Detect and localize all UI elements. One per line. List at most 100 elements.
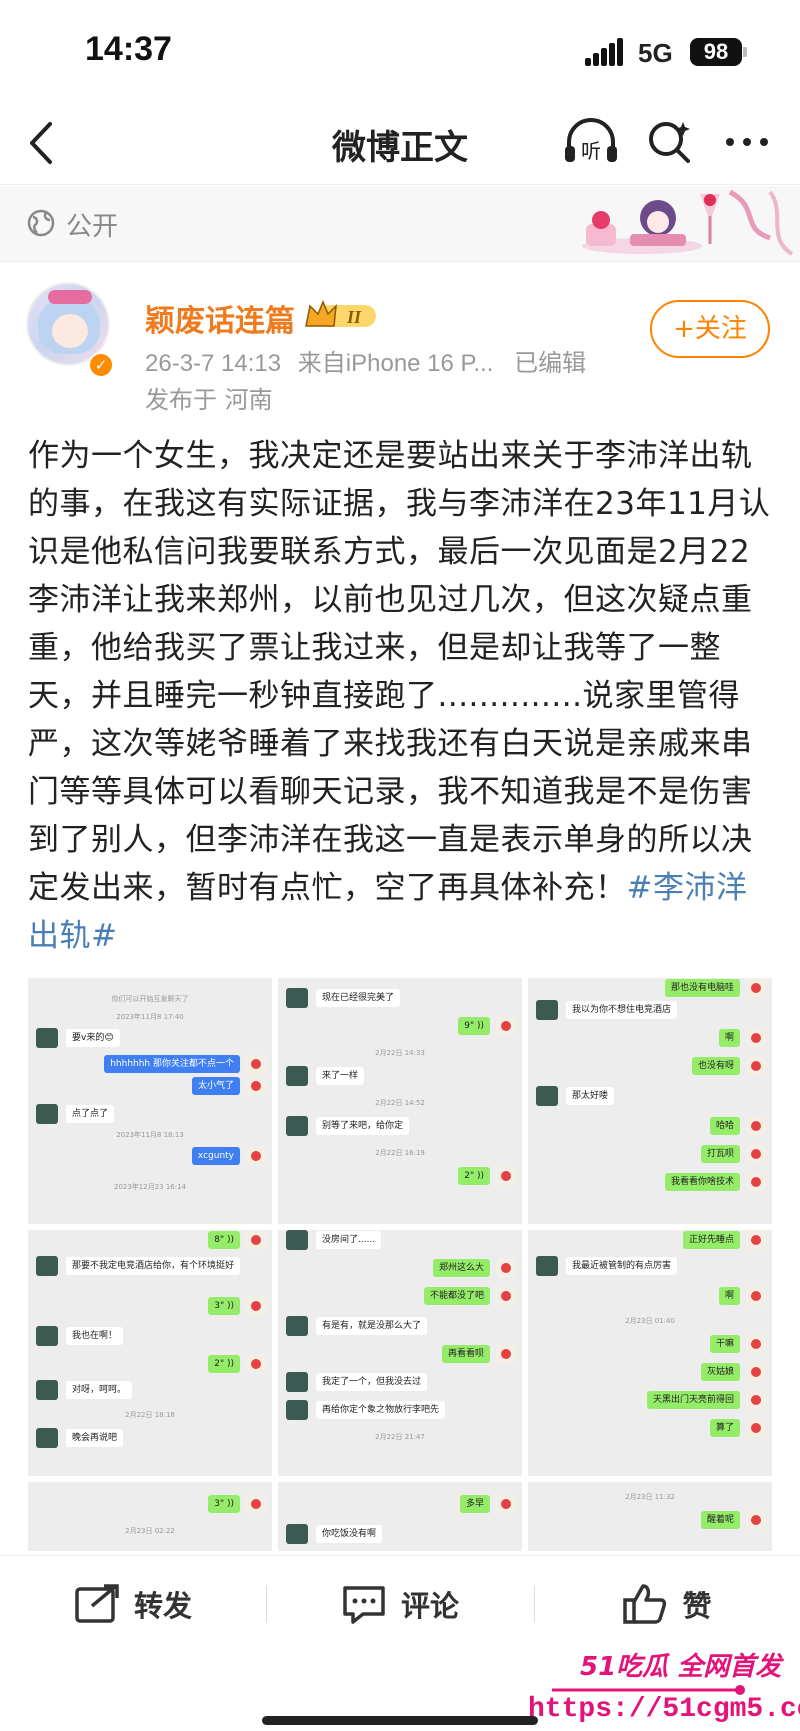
avatar-bow [48,290,92,304]
chat-avatar-right [746,1334,766,1354]
image-thumbnail[interactable]: 现在已经很完美了 9" )) 2月22日 14:33 来了一样 2月22日 14:52 别… [278,978,522,1224]
globe-icon [27,209,55,237]
chat-bubble: 太小气了 [191,1077,240,1095]
chat-avatar-left [36,1256,58,1276]
chat-avatar-right [496,1494,516,1514]
chat-avatar-right [246,1076,266,1096]
repost-button[interactable]: 转发 [0,1556,266,1652]
chat-bubble: 也没有呀 [691,1057,740,1075]
chat-bubble: 再给你定个象之物放行李吧先 [316,1401,446,1419]
chat-bubble: 干嘛 [709,1335,740,1353]
chat-avatar-right [746,1172,766,1192]
image-thumbnail[interactable]: 那也没有电脑哇 我以为你不想住电竞酒店啊也没有呀 那太好喽 哈哈 打瓦呗 我看看你啥技术 [528,978,772,1224]
chat-bubble: 那要不我定电竞酒店给你，有个环境挺好 [66,1257,241,1275]
chat-bubble: 9" )) [458,1017,490,1035]
chat-avatar-left [286,1066,308,1086]
chat-avatar-right [496,1166,516,1186]
chat-avatar-right [246,1494,266,1514]
chat-bubble: 8" )) [208,1231,240,1249]
chat-bubble: 3" )) [208,1495,240,1513]
chat-timestamp: 2023年11月8 18:13 [116,1131,184,1139]
chat-bubble: hhhhhhh 那你关注都不点一个 [104,1055,240,1073]
image-thumbnail[interactable]: 没房间了...... 郑州这么大 不能都没了吧 有是有，就是没那么大了 再看看呗 我定了一… [278,1230,522,1476]
chat-bubble: 啊 [718,1029,740,1047]
post-text: 作为一个女生，我决定还是要站出来关于李沛洋出轨的事，在我这有实际证据，我与李沛洋… [28,438,771,906]
post-meta: 26-3-7 14:13 来自iPhone 16 P... 已编辑 [145,343,586,378]
chat-bubble: 要v来的😊 [66,1029,120,1047]
comment-label: 评论 [400,1589,459,1623]
chat-bubble: 现在已经很完美了 [316,989,401,1007]
chat-avatar-right [746,1418,766,1438]
comment-button[interactable]: 评论 [266,1556,534,1652]
chat-avatar-right [746,1056,766,1076]
image-thumbnail[interactable]: 2月23日 11:32 醒着呢 [528,1482,772,1551]
chat-bubble: 别等了来吧，给你定 [316,1117,410,1135]
chat-timestamp: 2月23日 02:22 [125,1527,175,1535]
post-body: 作为一个女生，我决定还是要站出来关于李沛洋出轨的事，在我这有实际证据，我与李沛洋… [28,432,778,960]
chat-timestamp: 2月22日 14:33 [375,1049,425,1057]
like-label: 赞 [682,1589,712,1623]
repost-label: 转发 [133,1589,192,1623]
signal-strength-icon [585,38,625,66]
chat-avatar-left [536,1086,558,1106]
chat-avatar-left [36,1028,58,1048]
image-grid: 你们可以开始互发聊天了 2023年11月8 17:40 要v来的😊 hhhhhhh 那… [28,978,772,1551]
thumbs-up-icon [623,1584,667,1624]
chat-bubble: 醒着呢 [700,1511,740,1529]
battery-tip [743,47,747,57]
watermark-url: https://51cgm5.com [528,1694,800,1725]
listen-button[interactable]: 听 [563,116,619,168]
chat-bubble: 正好先睡点 [682,1231,740,1249]
chat-bubble: 天黑出门天亮前得回 [646,1391,740,1409]
status-time: 14:37 [85,30,172,68]
chat-avatar-right [746,1116,766,1136]
post-location: 发布于 河南 [145,386,273,414]
image-thumbnail[interactable]: 正好先睡点 我最近被管制的有点厉害啊 2月23日 01:40 干嘛 灰姑娘 天黑出门天亮前… [528,1230,772,1476]
status-bar: 14:37 5G 98 [0,0,800,100]
more-dots-icon [726,138,768,146]
chat-bubble: 点了点了 [66,1105,115,1123]
chat-bubble: 来了一样 [316,1067,365,1085]
follow-button[interactable]: +关注 [650,300,770,358]
network-type: 5G [638,38,673,68]
chat-avatar-right [246,1146,266,1166]
chat-timestamp: 2月23日 11:32 [625,1493,675,1501]
chat-bubble: 算了 [709,1419,740,1437]
chat-bubble: 我也在啊！ [66,1327,124,1345]
chat-timestamp: 你们可以开始互发聊天了 [111,995,189,1003]
chat-avatar-right [746,1362,766,1382]
chat-bubble: 晚会再说吧 [66,1429,124,1447]
decoration-image [582,189,794,256]
chat-avatar-right [746,978,766,998]
image-thumbnail[interactable]: 3" )) 2月23日 02:22 [28,1482,272,1551]
chat-avatar-left [536,1256,558,1276]
chat-avatar-right [246,1230,266,1250]
chat-avatar-right [246,1354,266,1374]
repost-icon [75,1584,119,1623]
search-button[interactable] [645,118,693,166]
chat-bubble: 没房间了...... [316,1231,382,1249]
more-button[interactable] [722,118,772,166]
chat-timestamp: 2月23日 01:40 [625,1317,675,1325]
chat-avatar-right [246,1296,266,1316]
visibility-row: 公开 [0,186,800,262]
like-button[interactable]: 赞 [534,1556,800,1652]
edited-label[interactable]: 已编辑 [514,350,586,377]
home-indicator [262,1716,538,1725]
chat-avatar-right [746,1390,766,1410]
image-thumbnail[interactable]: 你们可以开始互发聊天了 2023年11月8 17:40 要v来的😊 hhhhhhh 那… [28,978,272,1224]
author-name[interactable]: 颖废话连篇 [145,296,295,340]
chat-bubble: 打瓦呗 [700,1145,740,1163]
vip-crown-icon[interactable]: II [304,300,380,330]
post-timestamp: 26-3-7 14:13 [145,350,282,377]
chat-bubble: 哈哈 [709,1117,740,1135]
chat-bubble: 有是有，就是没那么大了 [316,1317,428,1335]
chat-avatar-right [496,1344,516,1364]
chat-avatar-left [286,1400,308,1420]
chat-bubble: 再看看呗 [441,1345,490,1363]
chat-bubble: 对呀，呵呵。 [66,1381,133,1399]
image-thumbnail[interactable]: 8" )) 那要不我定电竞酒店给你，有个环境挺好 3" )) 我也在啊！ 2" )) 对呀… [28,1230,272,1476]
chat-avatar-left [286,1116,308,1136]
chat-bubble: 我定了一个，但我没去过 [316,1373,428,1391]
image-thumbnail[interactable]: 多早 你吃饭没有啊 [278,1482,522,1551]
